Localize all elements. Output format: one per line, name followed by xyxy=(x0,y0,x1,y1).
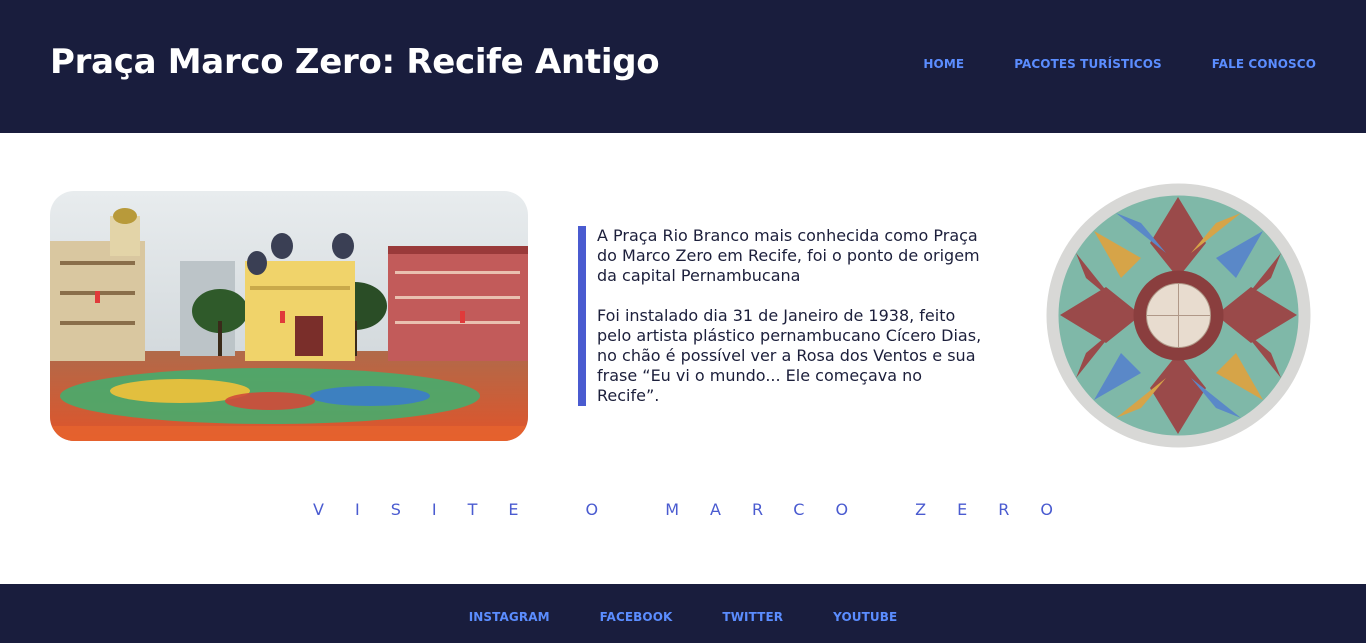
nav-home-link[interactable]: HOME xyxy=(923,57,964,71)
site-footer: INSTAGRAM FACEBOOK TWITTER YOUTUBE xyxy=(0,584,1366,643)
site-title: Praça Marco Zero: Recife Antigo xyxy=(50,42,660,82)
instagram-link[interactable]: INSTAGRAM xyxy=(469,610,550,624)
compass-rose-photo xyxy=(1046,183,1311,448)
main-nav: HOME PACOTES TURÍSTICOS FALE CONOSCO xyxy=(923,57,1316,71)
cta-text: VISITE O MARCO ZERO xyxy=(313,499,1084,519)
description-paragraph: Foi instalado dia 31 de Janeiro de 1938,… xyxy=(597,306,982,405)
marco-zero-description: A Praça Rio Branco mais conhecida como P… xyxy=(578,226,988,406)
description-paragraph: A Praça Rio Branco mais conhecida como P… xyxy=(597,226,980,285)
facebook-link[interactable]: FACEBOOK xyxy=(600,610,673,624)
social-nav: INSTAGRAM FACEBOOK TWITTER YOUTUBE xyxy=(0,610,1366,624)
site-header: Praça Marco Zero: Recife Antigo HOME PAC… xyxy=(0,0,1366,133)
marco-zero-square-photo xyxy=(50,191,528,441)
twitter-link[interactable]: TWITTER xyxy=(722,610,783,624)
visit-marco-zero-heading: VISITE O MARCO ZERO xyxy=(0,498,1366,520)
nav-contact-link[interactable]: FALE CONOSCO xyxy=(1212,57,1316,71)
youtube-link[interactable]: YOUTUBE xyxy=(833,610,897,624)
square-photo-illustration xyxy=(50,191,528,441)
compass-rose-illustration xyxy=(1046,183,1311,448)
nav-tour-packages-link[interactable]: PACOTES TURÍSTICOS xyxy=(1014,57,1162,71)
